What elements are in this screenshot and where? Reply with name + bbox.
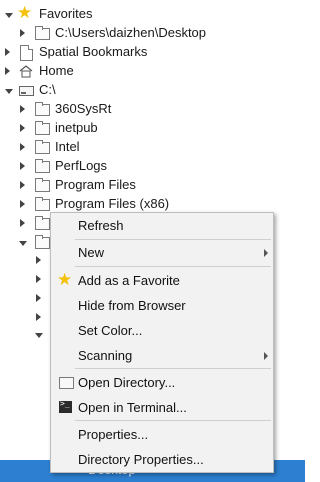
folder-icon [59, 377, 74, 389]
tree-item-label: C:\ [39, 82, 56, 97]
tree-item-label: C:\Users\daizhen\Desktop [55, 25, 207, 40]
tree-item-home[interactable]: Home [0, 62, 305, 81]
expand-arrow-icon[interactable] [20, 29, 25, 37]
menu-item-hide-from-browser[interactable]: Hide from Browser [51, 294, 273, 317]
context-menu: Refresh New ★ Add as a Favorite Hide fro… [50, 212, 274, 473]
tree-item-folder[interactable]: 360SysRt [0, 100, 305, 119]
tree-item-label: Intel [55, 139, 80, 154]
expand-arrow-icon[interactable] [20, 124, 25, 132]
menu-item-new[interactable]: New [51, 241, 273, 264]
folder-icon [35, 235, 50, 249]
folder-icon [35, 121, 50, 135]
menu-item-directory-properties[interactable]: Directory Properties... [51, 448, 273, 471]
menu-item-properties[interactable]: Properties... [51, 423, 273, 446]
tree-item-folder[interactable]: inetpub [0, 119, 305, 138]
collapse-arrow-icon[interactable] [5, 13, 13, 18]
tree-item-label: inetpub [55, 120, 98, 135]
expand-arrow-icon[interactable] [20, 162, 25, 170]
expand-arrow-icon[interactable] [20, 219, 25, 227]
menu-item-label: New [78, 245, 105, 260]
terminal-icon [59, 399, 72, 413]
expand-arrow-icon[interactable] [20, 143, 25, 151]
folder-icon [35, 197, 50, 211]
menu-item-label: Properties... [78, 427, 149, 442]
expand-arrow-icon[interactable] [5, 67, 10, 75]
tree-item-label: 360SysRt [55, 101, 112, 116]
menu-item-refresh[interactable]: Refresh [51, 214, 273, 237]
collapse-arrow-icon[interactable] [5, 89, 13, 94]
folder-icon [35, 26, 50, 40]
star-icon: ★ [57, 270, 73, 289]
star-icon: ★ [17, 3, 33, 22]
menu-item-add-favorite[interactable]: ★ Add as a Favorite [51, 269, 273, 292]
tree-item-label: PerfLogs [55, 158, 108, 173]
tree-item-label: Favorites [39, 6, 93, 21]
home-icon [19, 65, 33, 78]
collapse-arrow-icon[interactable] [19, 241, 27, 246]
expand-arrow-icon[interactable] [36, 294, 41, 302]
menu-item-label: Refresh [78, 218, 124, 233]
menu-separator [75, 239, 271, 240]
folder-icon [35, 159, 50, 173]
collapse-arrow-icon[interactable] [35, 333, 43, 338]
menu-item-label: Add as a Favorite [78, 273, 180, 288]
menu-item-open-directory[interactable]: Open Directory... [51, 371, 273, 394]
bookmark-document-icon [20, 45, 33, 61]
menu-item-label: Set Color... [78, 323, 143, 338]
submenu-arrow-icon [264, 249, 268, 257]
expand-arrow-icon[interactable] [20, 181, 25, 189]
tree-item-label: Program Files (x86) [55, 196, 170, 211]
tree-item-folder[interactable]: Intel [0, 138, 305, 157]
menu-item-set-color[interactable]: Set Color... [51, 319, 273, 342]
expand-arrow-icon[interactable] [36, 256, 41, 264]
drive-icon [19, 86, 34, 96]
menu-separator [75, 368, 271, 369]
submenu-arrow-icon [264, 352, 268, 360]
folder-icon [35, 178, 50, 192]
menu-item-label: Scanning [78, 348, 133, 363]
tree-item-label: Home [39, 63, 74, 78]
expand-arrow-icon[interactable] [20, 105, 25, 113]
expand-arrow-icon[interactable] [20, 200, 25, 208]
expand-arrow-icon[interactable] [5, 48, 10, 56]
folder-icon [35, 216, 50, 230]
menu-separator [75, 266, 271, 267]
menu-item-scanning[interactable]: Scanning [51, 344, 273, 367]
tree-item-folder[interactable]: Program Files [0, 176, 305, 195]
tree-item-label: Spatial Bookmarks [39, 44, 148, 59]
menu-item-label: Directory Properties... [78, 452, 204, 467]
expand-arrow-icon[interactable] [36, 313, 41, 321]
menu-separator [75, 420, 271, 421]
folder-icon [35, 102, 50, 116]
tree-item-folder[interactable]: PerfLogs [0, 157, 305, 176]
menu-item-open-terminal[interactable]: Open in Terminal... [51, 396, 273, 419]
folder-icon [35, 140, 50, 154]
tree-item-spatial-bookmarks[interactable]: Spatial Bookmarks [0, 43, 305, 62]
menu-item-label: Open in Terminal... [78, 400, 187, 415]
expand-arrow-icon[interactable] [36, 275, 41, 283]
menu-item-label: Hide from Browser [78, 298, 186, 313]
menu-item-label: Open Directory... [78, 375, 176, 390]
tree-item-label: Program Files [55, 177, 136, 192]
tree-item-drive-c[interactable]: C:\ [0, 81, 305, 100]
tree-item-favorites[interactable]: ★ Favorites [0, 3, 305, 24]
tree-item-desktop-favorite[interactable]: C:\Users\daizhen\Desktop [0, 24, 305, 43]
